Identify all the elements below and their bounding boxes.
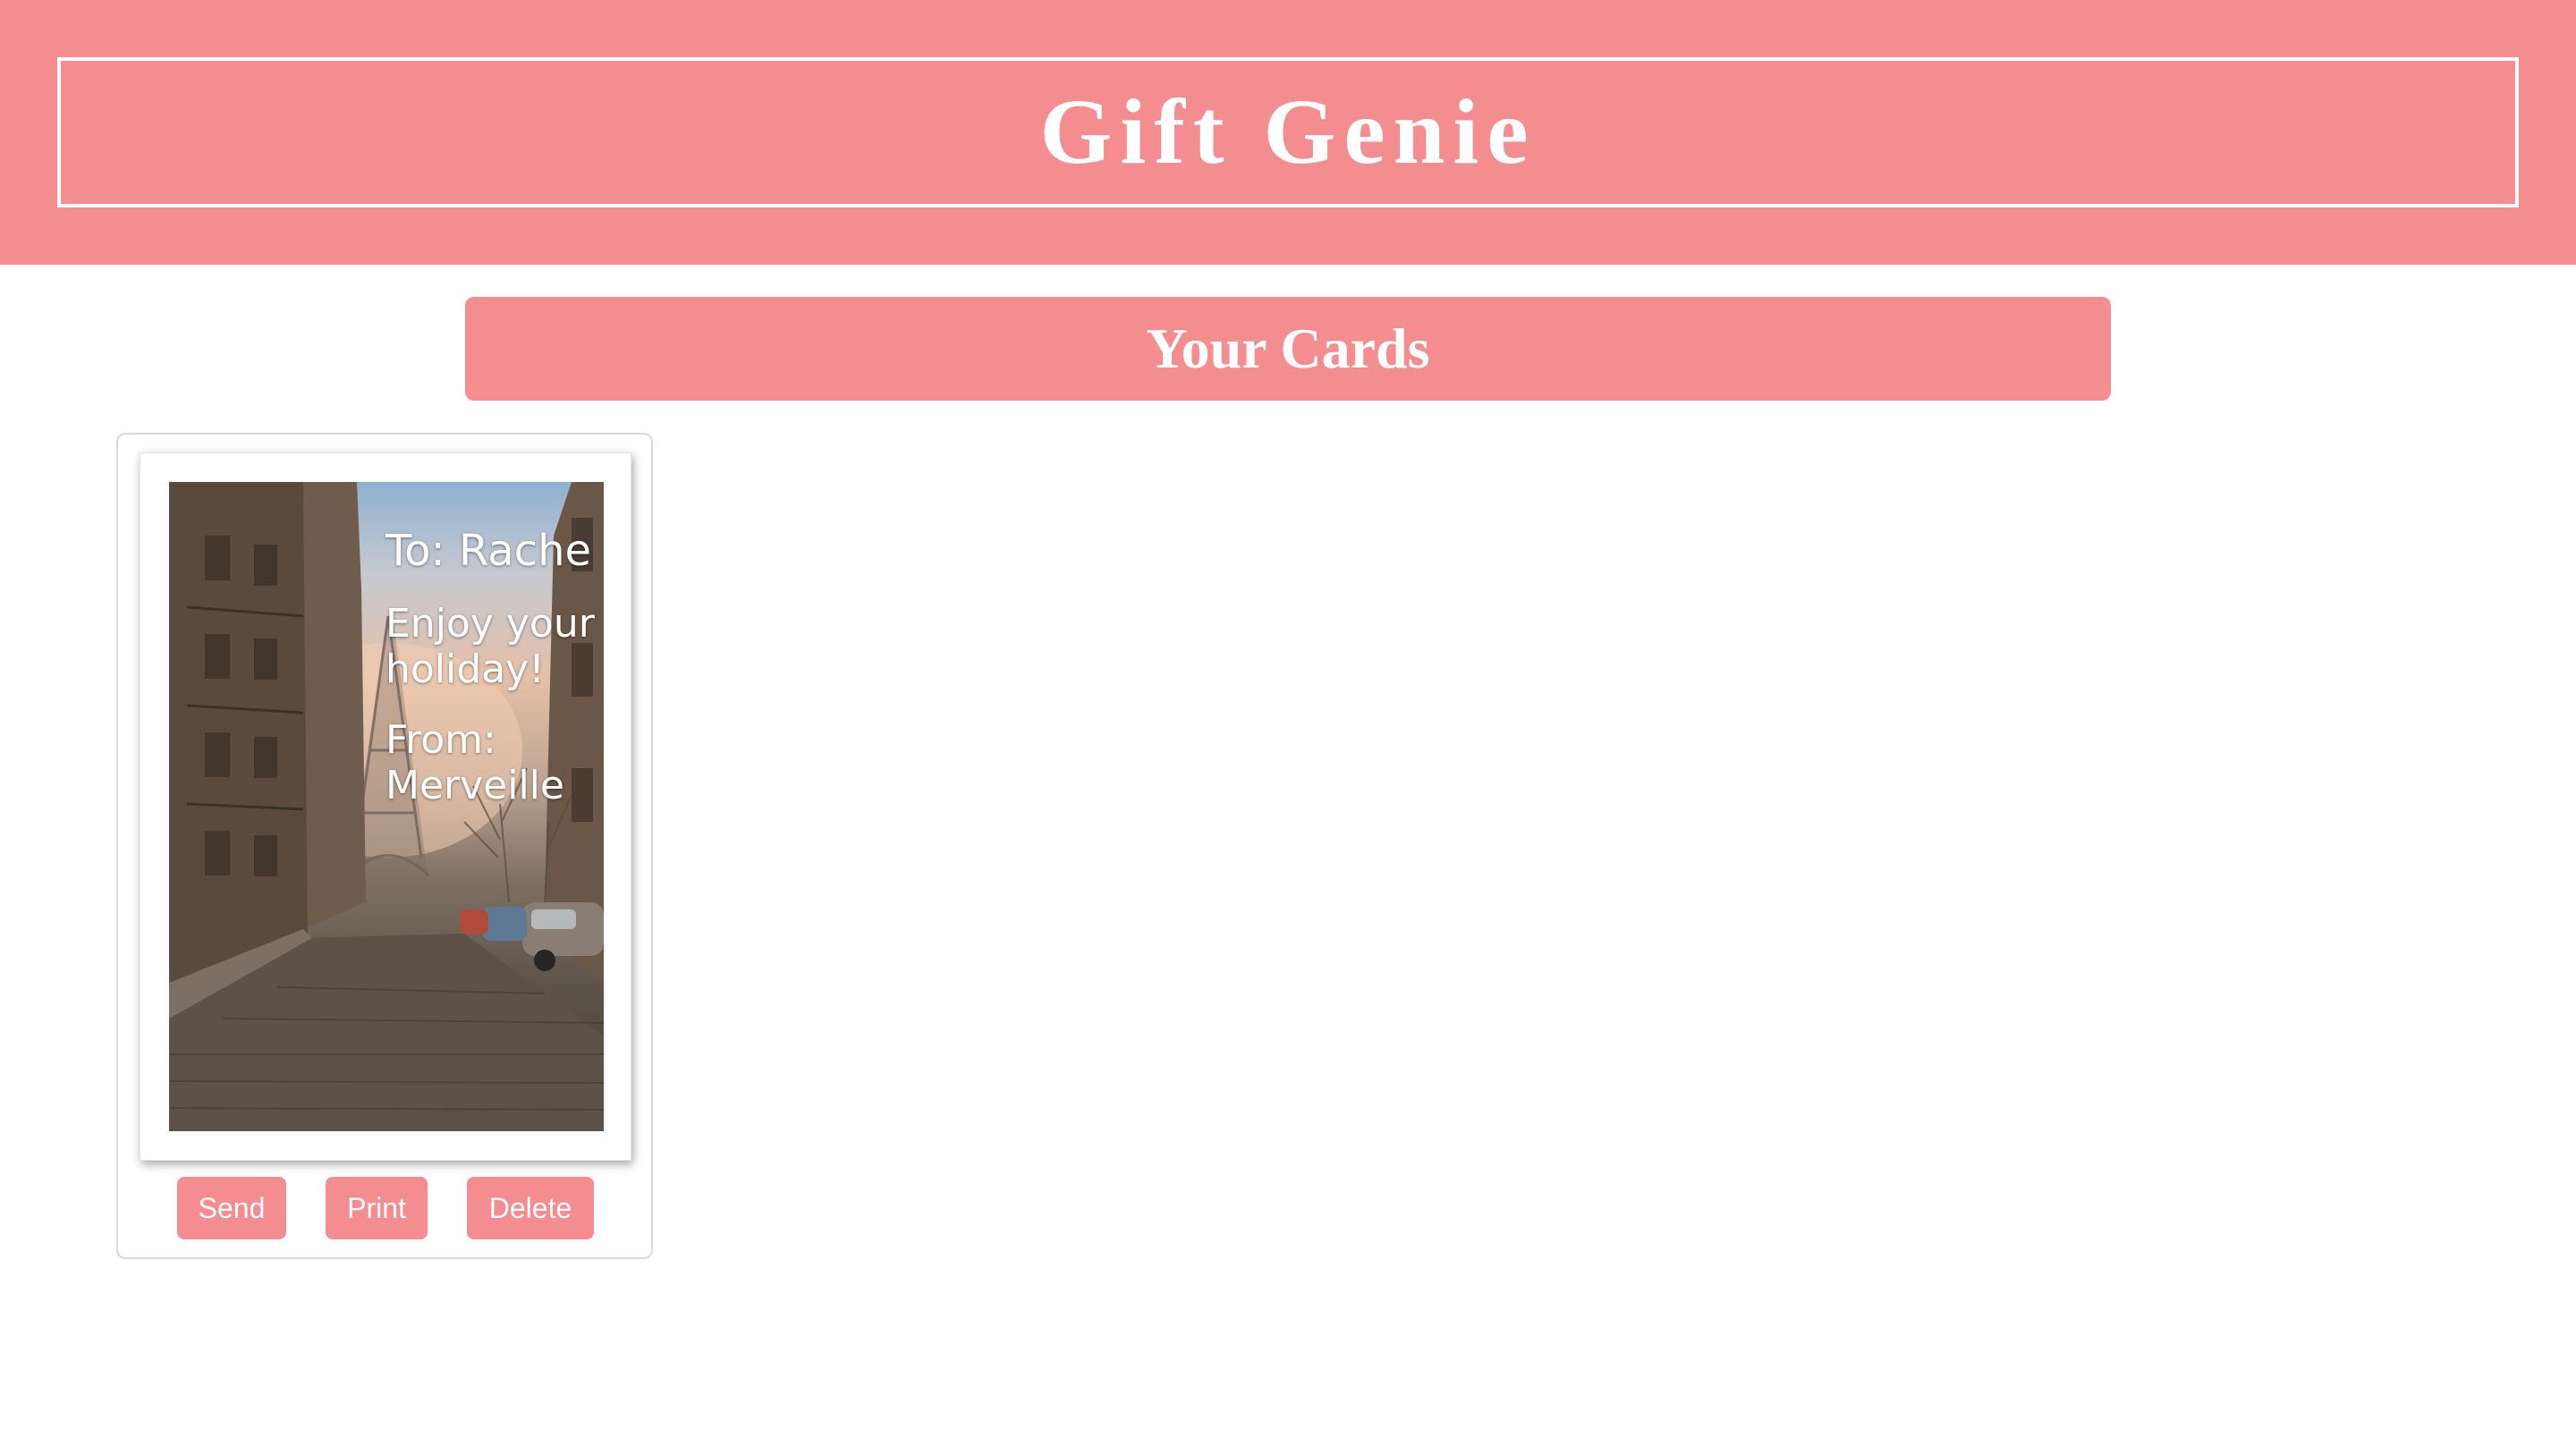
card-tile: To: Rache Enjoy your holiday! From: Merv…	[116, 433, 653, 1259]
card-photo: To: Rache Enjoy your holiday! From: Merv…	[169, 482, 604, 1131]
print-button[interactable]: Print	[326, 1177, 428, 1239]
card-recipient: To: Rache	[386, 526, 592, 576]
send-button[interactable]: Send	[177, 1177, 286, 1239]
app-title: Gift Genie	[1039, 80, 1537, 183]
section-title: Your Cards	[1146, 317, 1430, 380]
card-actions: Send Print Delete	[118, 1177, 651, 1241]
card-message: Enjoy your holiday!	[386, 601, 595, 692]
card-preview[interactable]: To: Rache Enjoy your holiday! From: Merv…	[140, 452, 631, 1161]
site-header: Gift Genie	[0, 0, 2576, 265]
header-title-frame: Gift Genie	[57, 57, 2519, 207]
card-sender: From: Merveille	[386, 717, 564, 808]
delete-button[interactable]: Delete	[467, 1177, 594, 1239]
section-banner: Your Cards	[465, 297, 2111, 401]
